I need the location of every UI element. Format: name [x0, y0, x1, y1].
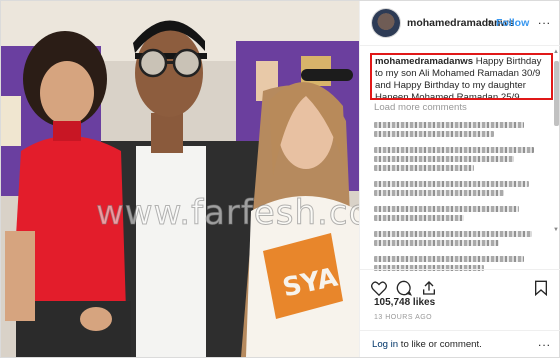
caption-highlight-box: mohamedramadanws Happy Birthday to my so…: [370, 53, 553, 100]
bookmark-icon[interactable]: [532, 279, 550, 297]
blurred-comment-line: [374, 256, 524, 262]
scrollbar-thumb[interactable]: [554, 61, 559, 126]
family-photo-illustration: SYA: [1, 1, 359, 357]
post-side-panel: mohamedramadanws • Follow ... mohamedram…: [359, 1, 560, 357]
post-timestamp[interactable]: 13 HOURS AGO: [374, 314, 432, 321]
login-link[interactable]: Log in: [372, 339, 398, 350]
blurred-comment-line: [374, 181, 529, 187]
blurred-comment-line: [374, 190, 504, 196]
heart-icon[interactable]: [370, 279, 388, 297]
likes-count[interactable]: 105,748 likes: [374, 297, 435, 308]
login-prompt: Log in to like or comment.: [372, 339, 482, 350]
avatar[interactable]: [372, 9, 400, 37]
login-prompt-text: to like or comment.: [398, 339, 482, 350]
footer-more-options-icon[interactable]: ...: [538, 335, 551, 349]
comment-icon[interactable]: [395, 279, 413, 297]
blurred-comment-line: [374, 240, 499, 246]
separator-dot: •: [488, 17, 492, 28]
blurred-comment-line: [374, 165, 474, 171]
scroll-up-arrow-icon[interactable]: ▲: [553, 49, 559, 55]
share-icon[interactable]: [420, 279, 438, 297]
follow-button[interactable]: Follow: [496, 17, 529, 29]
instagram-post: SYA www.farfesh.com mohamedramadanws • F…: [0, 0, 560, 358]
post-photo[interactable]: SYA www.farfesh.com: [1, 1, 359, 357]
blurred-comment-line: [374, 215, 464, 221]
blurred-comment-line: [374, 231, 532, 237]
blurred-comment-line: [374, 156, 514, 162]
blurred-comment-line: [374, 147, 534, 153]
more-options-icon[interactable]: ...: [538, 13, 551, 27]
caption-username[interactable]: mohamedramadanws: [375, 56, 473, 67]
post-footer: Log in to like or comment. ...: [360, 330, 560, 358]
blurred-comment-line: [374, 131, 494, 137]
scroll-down-arrow-icon[interactable]: ▼: [553, 227, 559, 233]
blurred-comment-line: [374, 206, 519, 212]
post-header: mohamedramadanws • Follow ...: [360, 1, 560, 46]
blurred-comments: [374, 119, 534, 274]
watermark-text: www.farfesh.com: [95, 193, 359, 234]
load-more-comments-link[interactable]: Load more comments: [374, 102, 467, 113]
blurred-comment-line: [374, 122, 524, 128]
